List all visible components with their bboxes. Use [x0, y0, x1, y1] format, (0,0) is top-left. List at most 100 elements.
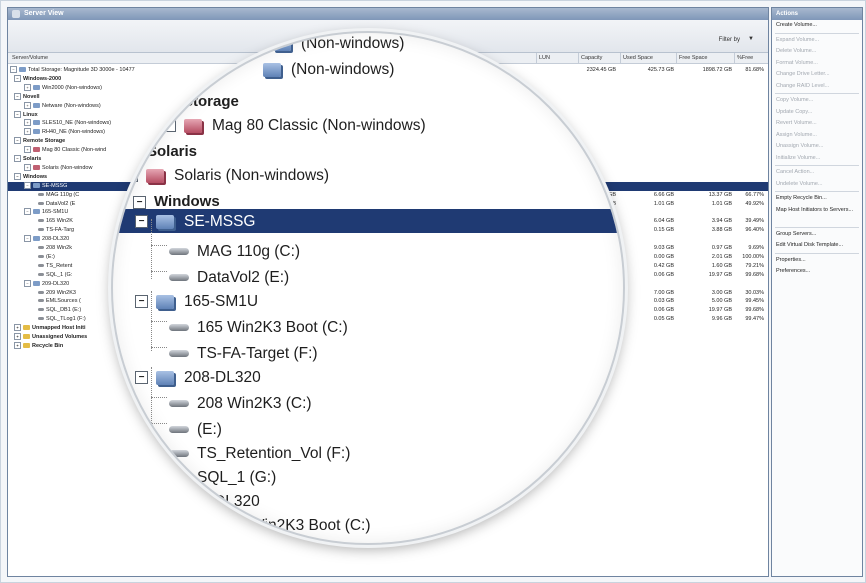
tree-row-label: (E:) [46, 253, 55, 260]
action-separator [775, 252, 859, 254]
collapse-toggle-icon[interactable]: − [24, 181, 31, 189]
expand-toggle-icon[interactable]: + [24, 163, 31, 171]
tree-row-label: 208 Win2k [46, 245, 72, 251]
volume-drive-icon [38, 219, 44, 223]
tree-row-label-wrap: EMLSources ( [38, 297, 81, 306]
collapse-toggle-icon[interactable]: − [14, 155, 21, 163]
free-space-cell: 9.96 GB [711, 316, 732, 323]
tree-row-label-wrap: + Unmapped Host Initi [14, 324, 85, 333]
tree-guide-line [151, 471, 167, 472]
actions-pane: Actions Create Volume... Expand Volume...… [771, 7, 863, 577]
free-space-cell: 19.97 GB [708, 307, 732, 314]
magnified-label-wrap: − Windows [133, 193, 220, 210]
magnified-row[interactable]: (S:) [113, 529, 623, 543]
col-free-space[interactable]: Free Space [676, 53, 735, 63]
action-item: Expand Volume... [776, 36, 820, 43]
filter-dropdown-icon[interactable]: ▼ [748, 36, 754, 42]
collapse-toggle-icon[interactable]: − [133, 195, 146, 209]
tree-row-label: SE-MSSG [42, 182, 68, 189]
tree-row-label-wrap: MAG 110g (C [38, 191, 79, 200]
tree-row-label: Mag 80 Classic (Non-wind [42, 147, 107, 154]
expand-toggle-icon[interactable]: + [14, 341, 21, 349]
tree-row-label: Recycle Bin [32, 342, 64, 349]
action-item[interactable]: Properties... [772, 255, 862, 267]
action-item[interactable]: Preferences... [772, 266, 862, 278]
volume-drive-icon [38, 201, 44, 205]
pct-free-cell: 99.47% [745, 316, 764, 323]
tree-row-label-wrap: − 208-DL320 [24, 235, 69, 244]
action-item[interactable]: Group Servers... [772, 229, 862, 241]
tree-row-label: TS_Retent [46, 262, 73, 269]
collapse-toggle-icon[interactable]: − [14, 172, 21, 180]
used-space-cell: 0.03 GB [653, 298, 674, 305]
used-space-cell: 0.00 GB [653, 253, 674, 260]
action-item[interactable]: Edit Virtual Disk Template... [772, 240, 862, 252]
pct-free-cell: 79.21% [745, 262, 764, 269]
tree-row-label: Unassigned Volumes [32, 334, 88, 340]
tree-row-label: Netware (Non-windows) [42, 102, 101, 109]
expand-toggle-icon[interactable]: + [24, 119, 31, 127]
volume-drive-icon [38, 308, 44, 312]
filter-by-label[interactable]: Filter by [719, 37, 740, 43]
tree-row-label: SLES10_NE (Non-windows) [42, 120, 112, 127]
tree-row-label-wrap: + RH40_NE (Non-windows) [24, 128, 105, 137]
server-icon [33, 182, 40, 188]
magnified-label-wrap: − SE-MSSG [135, 213, 255, 231]
expand-toggle-icon[interactable]: + [24, 83, 31, 91]
pct-free-cell: 99.45% [745, 298, 764, 305]
action-item: Delete Volume... [776, 48, 817, 54]
magnified-label: SE-MSSG [184, 213, 256, 230]
collapse-toggle-icon[interactable]: − [24, 208, 31, 216]
expand-toggle-icon[interactable]: + [14, 324, 21, 332]
free-space-cell: 19.97 GB [708, 271, 732, 278]
tree-row-label-wrap: SQL_1 (G: [38, 271, 72, 280]
volume-drive-icon [38, 192, 44, 196]
collapse-toggle-icon[interactable]: − [14, 92, 21, 100]
action-separator [775, 93, 859, 94]
volume-drive-icon [38, 272, 44, 276]
tree-row-label-wrap: − 209-DL320 [24, 279, 69, 289]
expand-toggle-icon[interactable]: + [24, 146, 31, 154]
tree-row-label: Novell [23, 93, 40, 100]
volume-drive-icon [169, 400, 189, 408]
collapse-toggle-icon[interactable]: − [10, 66, 17, 74]
tree-row-label-wrap: DataVol2 (E [38, 200, 75, 209]
tree-row-label-wrap: 165 Win2K [38, 217, 73, 226]
col-used-space[interactable]: Used Space [620, 53, 677, 63]
pct-free-cell: 9.69% [748, 245, 764, 251]
col-pct-free[interactable]: %Free [734, 53, 768, 63]
collapse-toggle-icon[interactable]: − [14, 74, 21, 82]
magnified-row[interactable]: − SE-MSSG [113, 209, 623, 233]
server-icon [156, 214, 174, 229]
collapse-toggle-icon[interactable]: − [24, 235, 31, 243]
action-separator [775, 226, 859, 228]
used-space-cell: 7.00 GB [653, 289, 674, 296]
col-server-volume[interactable]: Server/Volume [10, 53, 48, 63]
tree-row-label-wrap: SQL_DB1 (E:) [38, 306, 81, 315]
free-space-cell: 13.37 GB [708, 191, 732, 198]
action-item[interactable]: Create Volume... [772, 20, 862, 32]
tree-row-label-wrap: + Recycle Bin [14, 341, 64, 351]
tree-row-label: SQL_DB1 (E:) [46, 307, 82, 314]
collapse-toggle-icon[interactable]: − [14, 110, 21, 118]
tree-row-label-wrap: − SE-MSSG [24, 181, 68, 191]
tree-row-label-wrap: + Win2000 (Non-windows) [24, 83, 102, 93]
collapse-toggle-icon[interactable]: − [24, 279, 31, 287]
volume-drive-icon [169, 324, 189, 332]
tree-row-label-wrap: TS_Retent [38, 262, 72, 271]
action-item[interactable]: Map Host Initiators to Servers... [772, 205, 862, 226]
app-frame: Server View Filter by ▼ Server/Volume LU… [0, 0, 866, 583]
used-space-cell: 0.15 GB [653, 227, 674, 234]
tree-guide-line [151, 271, 167, 272]
action-item[interactable]: Empty Recycle Bin... [772, 193, 862, 205]
expand-toggle-icon[interactable]: + [24, 128, 31, 136]
tree-row-label: TS-FA-Targ [46, 227, 75, 234]
tree-guide-line [151, 321, 167, 322]
collapse-toggle-icon[interactable]: − [14, 137, 21, 145]
collapse-toggle-icon[interactable]: − [135, 215, 148, 229]
tree-guide-line [151, 397, 167, 398]
tree-row-label-wrap: − Remote Storage [14, 137, 65, 146]
action-item: Undelete Volume... [776, 180, 823, 187]
expand-toggle-icon[interactable]: + [14, 333, 21, 341]
expand-toggle-icon[interactable]: + [24, 101, 31, 109]
